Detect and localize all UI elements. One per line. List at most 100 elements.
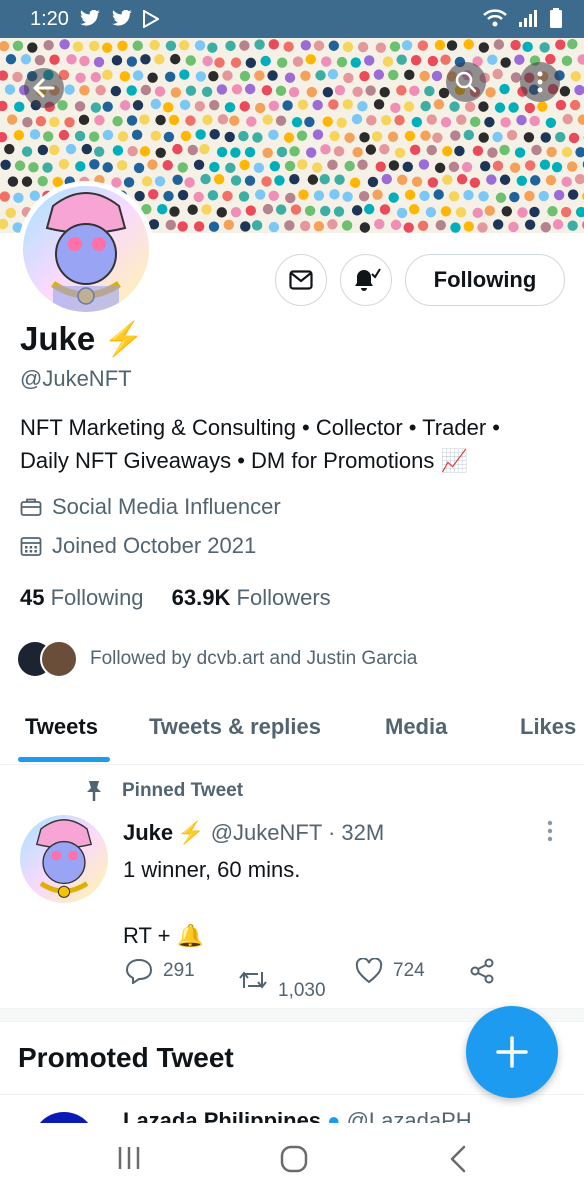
tweet-author[interactable]: Juke (123, 820, 173, 845)
more-options-button[interactable] (520, 62, 560, 102)
banner-dot (253, 162, 265, 173)
back-nav-icon[interactable] (448, 1145, 468, 1173)
banner-dot (207, 190, 219, 201)
tweet-avatar[interactable] (20, 815, 108, 903)
search-button[interactable] (446, 62, 486, 102)
banner-dot (522, 41, 533, 53)
home-icon[interactable] (280, 1145, 308, 1173)
banner-dot (411, 176, 423, 187)
banner-dot (349, 177, 361, 188)
notifications-button[interactable] (340, 254, 392, 306)
banner-dot (199, 143, 210, 155)
banner-dot (431, 70, 443, 82)
banner-dot (165, 40, 177, 51)
banner-dot (371, 131, 383, 142)
avatar-illustration (20, 815, 108, 903)
banner-dot (388, 160, 400, 171)
banner-dot (117, 131, 129, 142)
banner-dot (230, 147, 241, 158)
banner-dot (276, 57, 288, 68)
banner-dot (365, 144, 377, 155)
banner-dot (566, 161, 578, 172)
banner-dot (172, 143, 183, 155)
profile-avatar[interactable] (18, 181, 154, 317)
tab-tweets[interactable]: Tweets (25, 714, 98, 740)
banner-dot (364, 55, 375, 66)
banner-dot (134, 190, 145, 202)
followed-by[interactable]: Followed by dcvb.art and Justin Garcia (16, 640, 417, 678)
following-count-link[interactable]: 45 Following (20, 585, 144, 610)
banner-dot (342, 191, 353, 202)
like-button[interactable]: 724 (355, 958, 425, 984)
message-button[interactable] (275, 254, 327, 306)
profile-tabs: Tweets Tweets & replies Media Likes (0, 700, 584, 765)
banner-dot (552, 219, 564, 230)
status-time: 1:20 (30, 7, 69, 30)
banner-dot (111, 55, 123, 66)
banner-dot (435, 220, 446, 231)
banner-dot (185, 115, 196, 126)
banner-dot (539, 159, 551, 170)
banner-dot (403, 101, 415, 112)
following-button[interactable]: Following (405, 254, 565, 306)
banner-dot (102, 69, 113, 81)
banner-dot (304, 205, 316, 216)
banner-dot (262, 114, 273, 125)
recent-apps-icon[interactable] (116, 1145, 142, 1171)
back-button[interactable] (24, 68, 64, 108)
banner-dot (261, 85, 273, 96)
follow-counts: 45 Following 63.9K Followers (20, 585, 331, 611)
banner-dot (195, 129, 206, 140)
banner-dot (5, 207, 16, 219)
banner-dot (469, 177, 481, 188)
banner-dot (168, 114, 180, 126)
banner-dot (22, 117, 33, 128)
retweet-button[interactable]: 1,030 (238, 958, 326, 1002)
banner-dot (390, 219, 402, 231)
banner-dot (194, 40, 206, 51)
tab-tweets-replies[interactable]: Tweets & replies (149, 714, 321, 740)
banner-dot (500, 57, 511, 68)
banner-dot (514, 54, 525, 65)
banner-dot (472, 207, 483, 219)
banner-dot (440, 116, 452, 128)
bio-line-text: Daily NFT Giveaways • DM for Promotions (20, 448, 435, 473)
following-label: Following (50, 585, 144, 610)
compose-tweet-button[interactable] (466, 1006, 558, 1098)
twitter-bird-icon (112, 10, 132, 26)
tweet-line: 1 winner, 60 mins. (123, 857, 301, 882)
banner-dot (222, 190, 233, 202)
banner-dot (577, 114, 584, 125)
banner-dot (523, 132, 535, 143)
banner-dot (375, 42, 387, 53)
banner-dot (312, 162, 323, 173)
banner-dot (336, 117, 347, 128)
tweet-more-icon[interactable] (546, 820, 554, 842)
banner-dot (449, 101, 460, 112)
reply-button[interactable]: 291 (125, 958, 195, 984)
banner-dot (357, 159, 368, 170)
banner-dot (267, 70, 278, 81)
following-button-label: Following (433, 267, 537, 292)
banner-dot (442, 174, 453, 185)
followers-label: Followers (236, 585, 331, 610)
banner-dot (300, 40, 312, 51)
pin-icon (87, 781, 101, 801)
banner-dot (389, 41, 401, 52)
joined-text: Joined October 2021 (52, 533, 257, 558)
banner-dot (49, 54, 60, 65)
banner-dot (119, 100, 131, 111)
banner-dot (74, 101, 86, 112)
banner-dot (216, 207, 227, 218)
followers-count: 63.9K (171, 585, 231, 610)
signal-icon (519, 10, 537, 27)
share-button[interactable] (469, 958, 495, 984)
banner-dot (261, 176, 272, 187)
banner-dot (300, 70, 311, 81)
banner-dot (207, 42, 218, 53)
banner-dot (514, 147, 526, 158)
tab-media[interactable]: Media (385, 714, 447, 740)
banner-dot (387, 131, 399, 142)
followers-count-link[interactable]: 63.9K Followers (172, 585, 331, 610)
tab-likes[interactable]: Likes (520, 714, 576, 740)
